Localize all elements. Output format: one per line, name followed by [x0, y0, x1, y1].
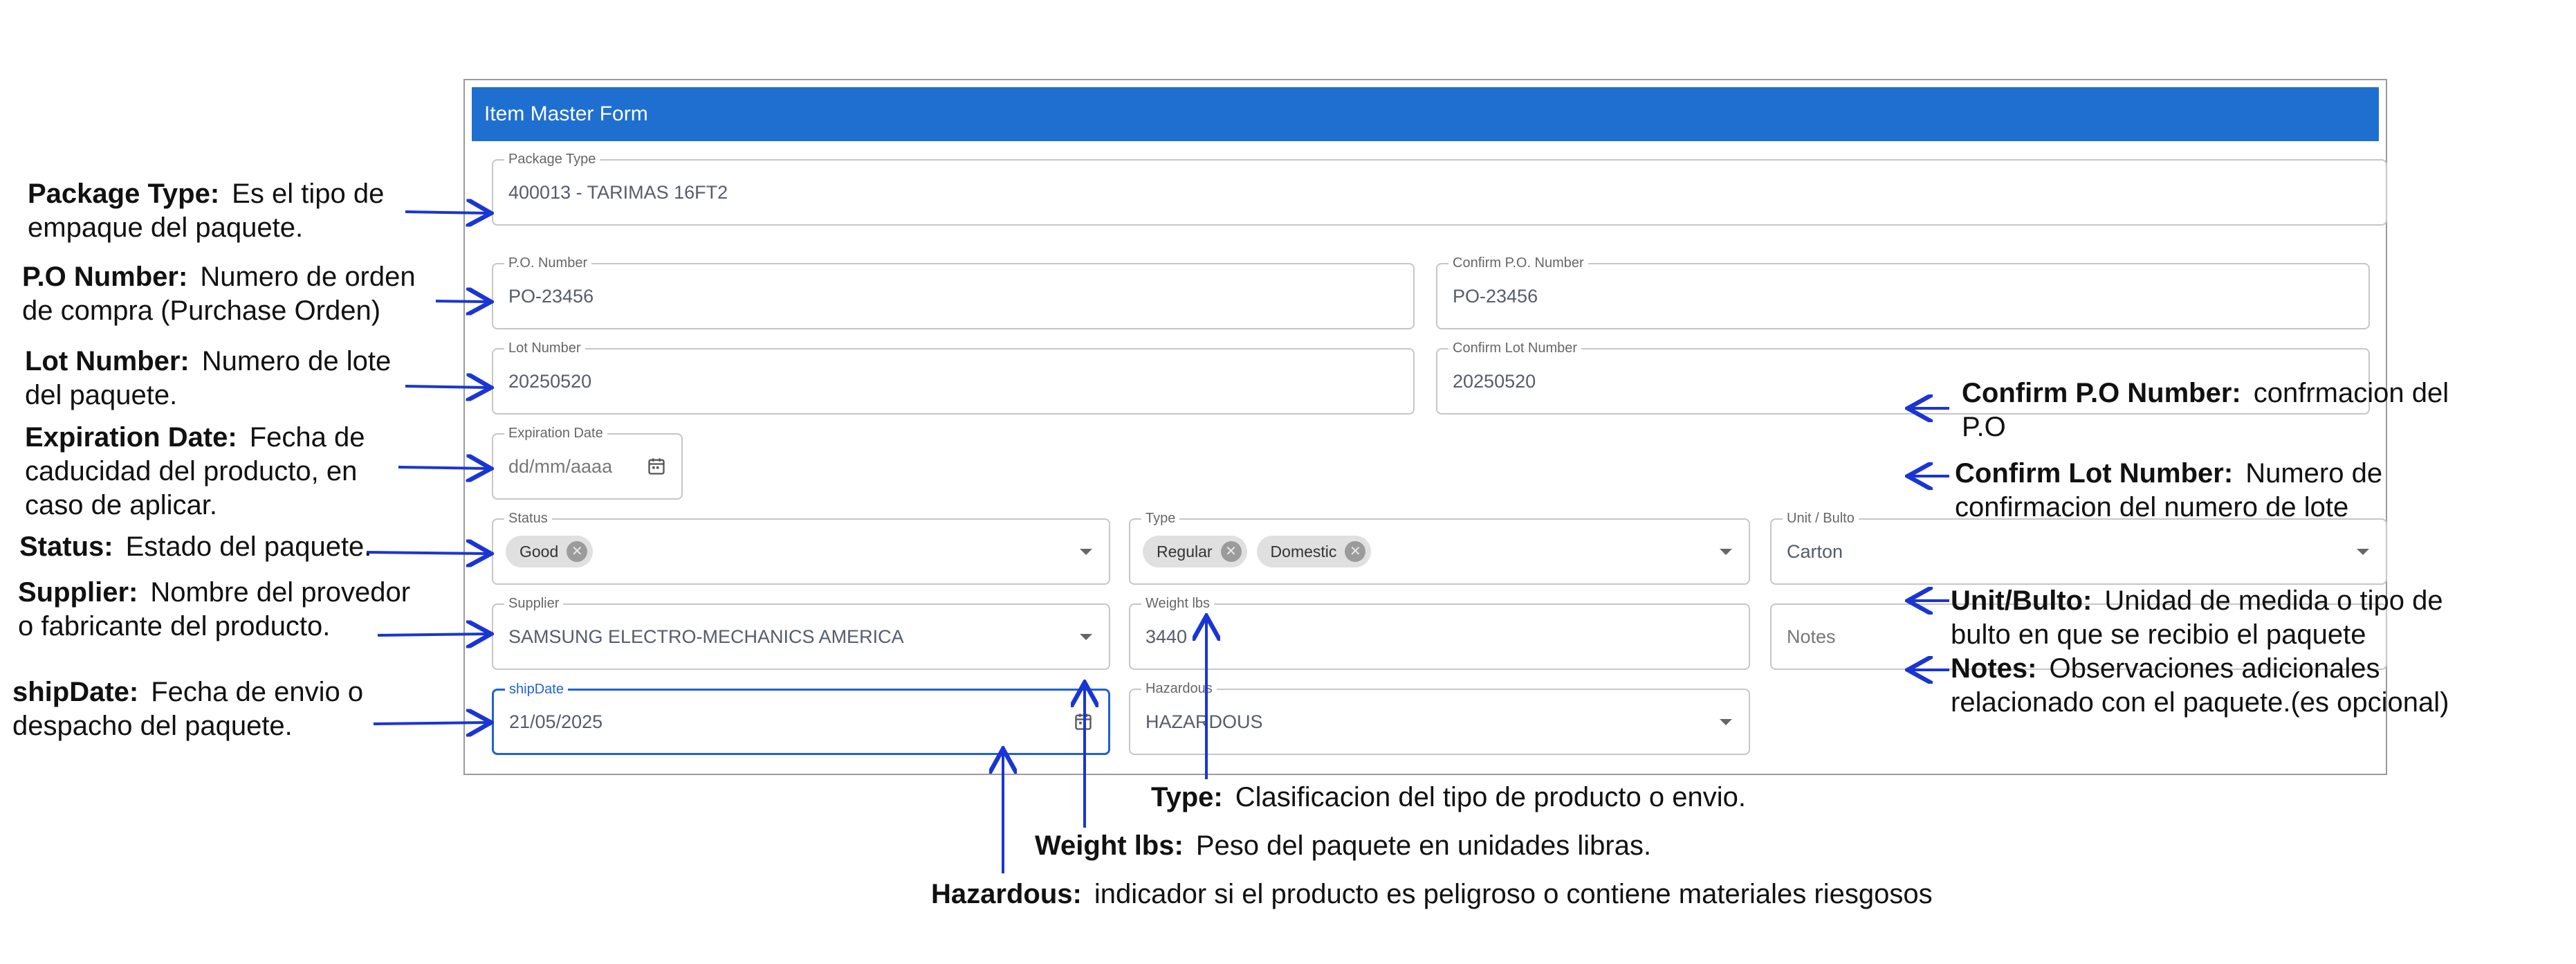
annotation-unit-bulto: Unit/Bulto: Unidad de medida o tipo de bu…: [1951, 585, 2443, 650]
type-chip-domestic: Domestic ✕: [1256, 536, 1372, 567]
dropdown-arrow-icon[interactable]: [1080, 549, 1092, 555]
weight-lbs-field[interactable]: Weight lbs 3440: [1129, 595, 1750, 670]
confirm-lot-number-value: 20250520: [1453, 370, 1536, 392]
dropdown-arrow-icon[interactable]: [1720, 719, 1732, 725]
annotation-ship-date: shipDate: Fecha de envio o despacho del p…: [12, 677, 364, 741]
notes-placeholder: Notes: [1787, 626, 1836, 647]
confirm-po-number-field[interactable]: Confirm P.O. Number PO-23456: [1436, 255, 2370, 329]
annotation-confirm-lot: Confirm Lot Number: Numero de confirmacio…: [1955, 458, 2383, 522]
expiration-date-value: dd/mm/aaaa: [508, 455, 613, 477]
chip-label: Regular: [1157, 542, 1213, 561]
annotation-po-number: P.O Number: Numero de orden de compra (Pu…: [22, 262, 416, 326]
status-chip-good: Good ✕: [506, 536, 594, 567]
unit-bulto-select[interactable]: Unit / Bulto Carton: [1770, 510, 2387, 585]
annotation-supplier: Supplier: Nombre del provedor o fabricant…: [18, 577, 411, 642]
chip-label: Domestic: [1270, 542, 1337, 561]
chip-delete-icon[interactable]: ✕: [1345, 541, 1366, 562]
chip-label: Good: [519, 542, 559, 561]
annotation-expiration-date: Expiration Date: Fecha de caducidad del p…: [25, 422, 365, 520]
form-title: Item Master Form: [472, 87, 2379, 141]
annotation-hazardous: Hazardous: indicador si el producto es pe…: [931, 879, 1933, 909]
annotation-status: Status: Estado del paquete.: [19, 531, 372, 562]
lot-number-field[interactable]: Lot Number 20250520: [492, 340, 1415, 415]
annotation-package-type: Package Type: Es el tipo de empaque del p…: [28, 179, 385, 243]
type-select[interactable]: Type Regular ✕ Domestic ✕: [1129, 510, 1750, 585]
annotation-notes: Notes: Observaciones adicionales relacion…: [1951, 653, 2449, 718]
dropdown-arrow-icon[interactable]: [2357, 549, 2369, 555]
ship-date-value: 21/05/2025: [509, 711, 603, 732]
supplier-select[interactable]: Supplier SAMSUNG ELECTRO-MECHANICS AMERI…: [492, 595, 1110, 670]
annotation-weight: Weight lbs: Peso del paquete en unidades …: [1035, 830, 1652, 861]
chip-delete-icon[interactable]: ✕: [567, 541, 588, 562]
lot-number-value: 20250520: [508, 370, 592, 392]
weight-lbs-value: 3440: [1146, 626, 1188, 647]
annotation-type: Type: Clasificacion del tipo de producto …: [1151, 782, 1746, 812]
calendar-icon[interactable]: [647, 457, 666, 476]
package-type-value: 400013 - TARIMAS 16FT2: [508, 181, 728, 203]
calendar-icon[interactable]: [1074, 712, 1093, 731]
confirm-po-number-value: PO-23456: [1453, 285, 1538, 307]
dropdown-arrow-icon[interactable]: [1720, 549, 1732, 555]
package-type-field[interactable]: Package Type 400013 - TARIMAS 16FT2: [492, 151, 2387, 226]
annotation-confirm-po: Confirm P.O Number: confrmacion del P.O: [1962, 378, 2449, 442]
type-chip-regular: Regular ✕: [1143, 536, 1247, 567]
po-number-field[interactable]: P.O. Number PO-23456: [492, 255, 1415, 329]
ship-date-field[interactable]: shipDate 21/05/2025: [492, 681, 1110, 755]
status-select[interactable]: Status Good ✕: [492, 510, 1110, 585]
hazardous-select[interactable]: Hazardous HAZARDOUS: [1129, 680, 1750, 755]
chip-delete-icon[interactable]: ✕: [1220, 541, 1242, 562]
dropdown-arrow-icon[interactable]: [1080, 634, 1092, 640]
annotation-lot-number: Lot Number: Numero de lote del paquete.: [25, 346, 392, 410]
hazardous-value: HAZARDOUS: [1146, 711, 1263, 732]
expiration-date-field[interactable]: Expiration Date dd/mm/aaaa: [492, 425, 683, 500]
supplier-value: SAMSUNG ELECTRO-MECHANICS AMERICA: [508, 626, 904, 647]
po-number-value: PO-23456: [508, 285, 594, 307]
unit-bulto-value: Carton: [1787, 540, 1843, 562]
